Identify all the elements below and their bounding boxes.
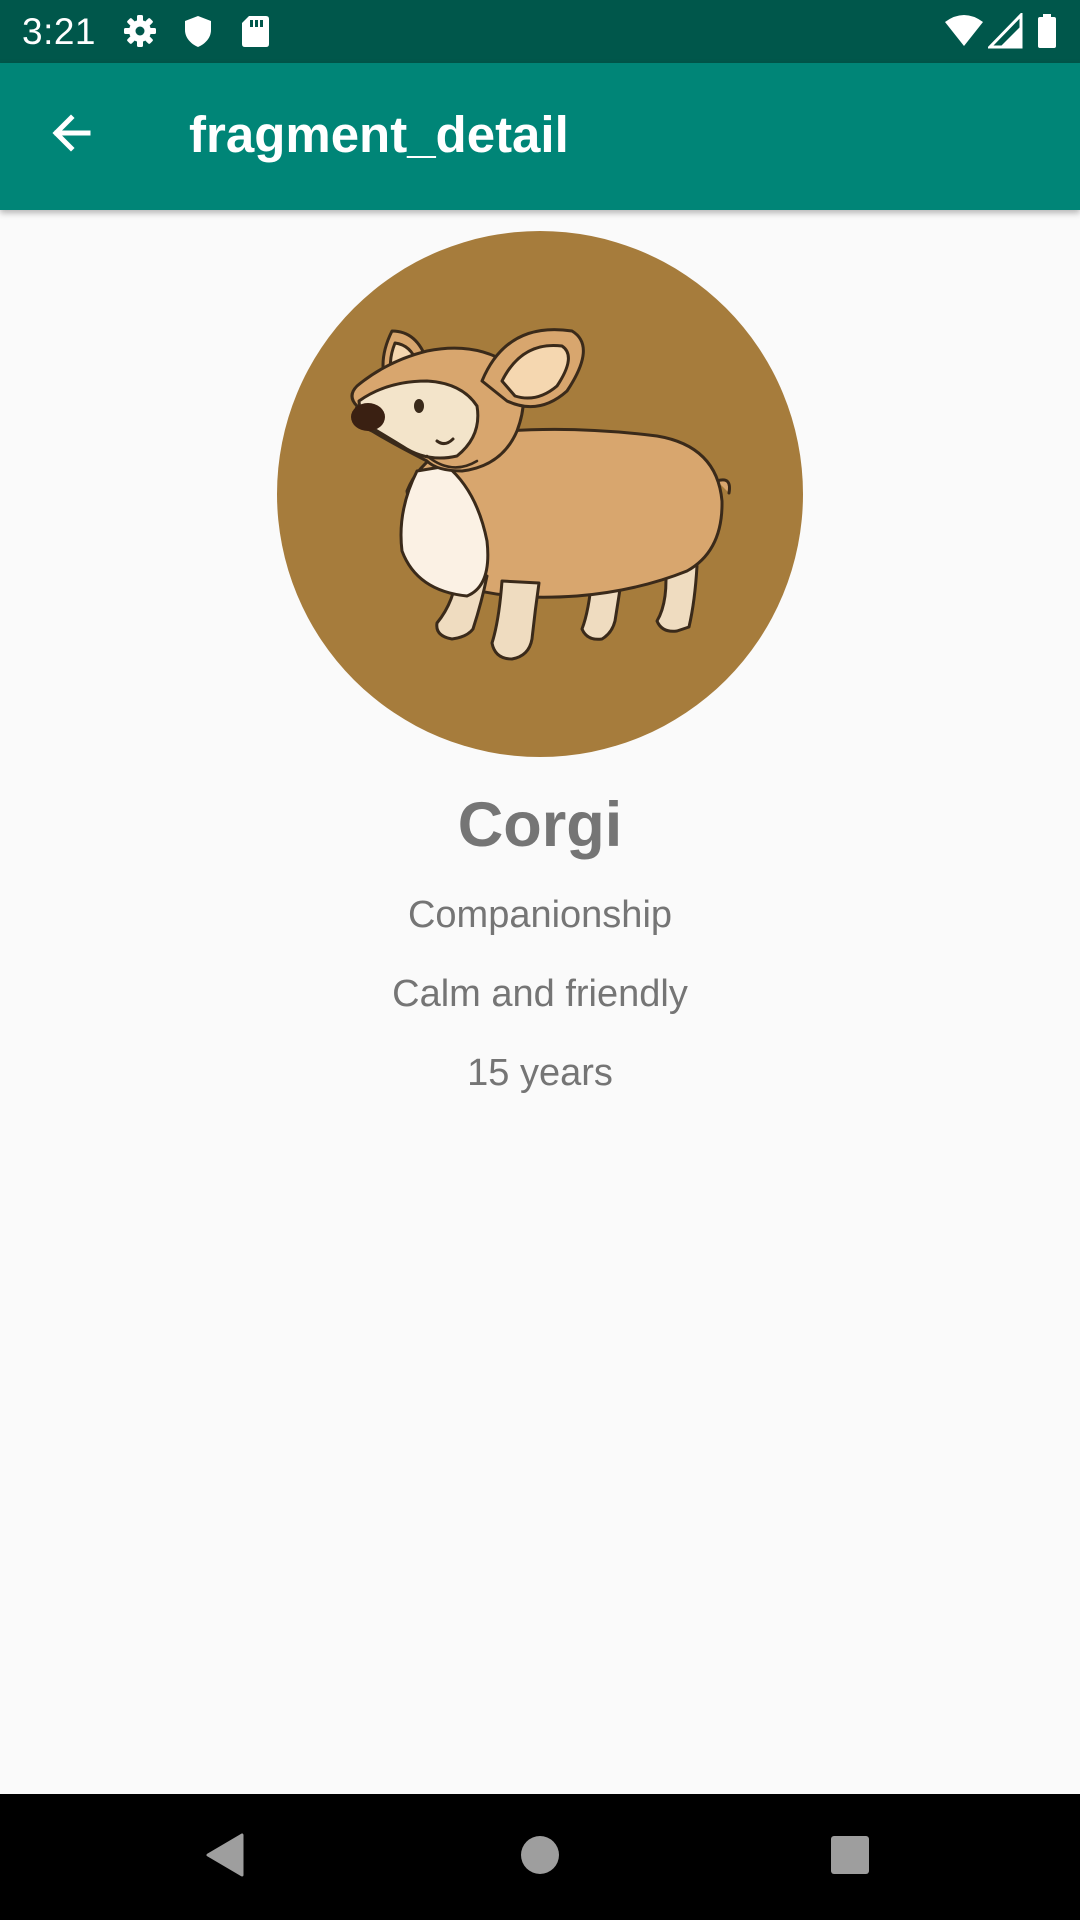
arrow-back-icon	[48, 109, 96, 162]
back-triangle-icon	[200, 1830, 250, 1885]
nav-home-button[interactable]	[505, 1822, 575, 1892]
back-button[interactable]	[30, 93, 114, 177]
sd-card-icon	[237, 13, 273, 49]
page-title: fragment_detail	[189, 106, 569, 163]
gear-icon	[122, 13, 158, 49]
home-circle-icon	[518, 1833, 562, 1882]
life-span-text: 15 years	[467, 1052, 613, 1094]
bred-for-text: Companionship	[407, 894, 673, 936]
breed-name: Corgi	[457, 790, 623, 860]
status-bar: 3:21	[0, 0, 1080, 63]
wifi-icon	[944, 13, 984, 49]
cell-signal-icon	[986, 11, 1024, 49]
detail-content: Corgi Companionship Calm and friendly 15…	[0, 210, 1080, 1794]
recents-square-icon	[829, 1834, 871, 1881]
status-time: 3:21	[22, 11, 97, 52]
nav-recents-button[interactable]	[815, 1822, 885, 1892]
nav-back-button[interactable]	[190, 1822, 260, 1892]
corgi-avatar	[277, 231, 803, 757]
corgi-illustration	[350, 328, 731, 661]
battery-icon	[1036, 13, 1058, 49]
shield-icon	[180, 13, 216, 49]
navigation-bar	[0, 1794, 1080, 1920]
app-bar: fragment_detail	[0, 63, 1080, 210]
temperament-text: Calm and friendly	[392, 973, 688, 1015]
